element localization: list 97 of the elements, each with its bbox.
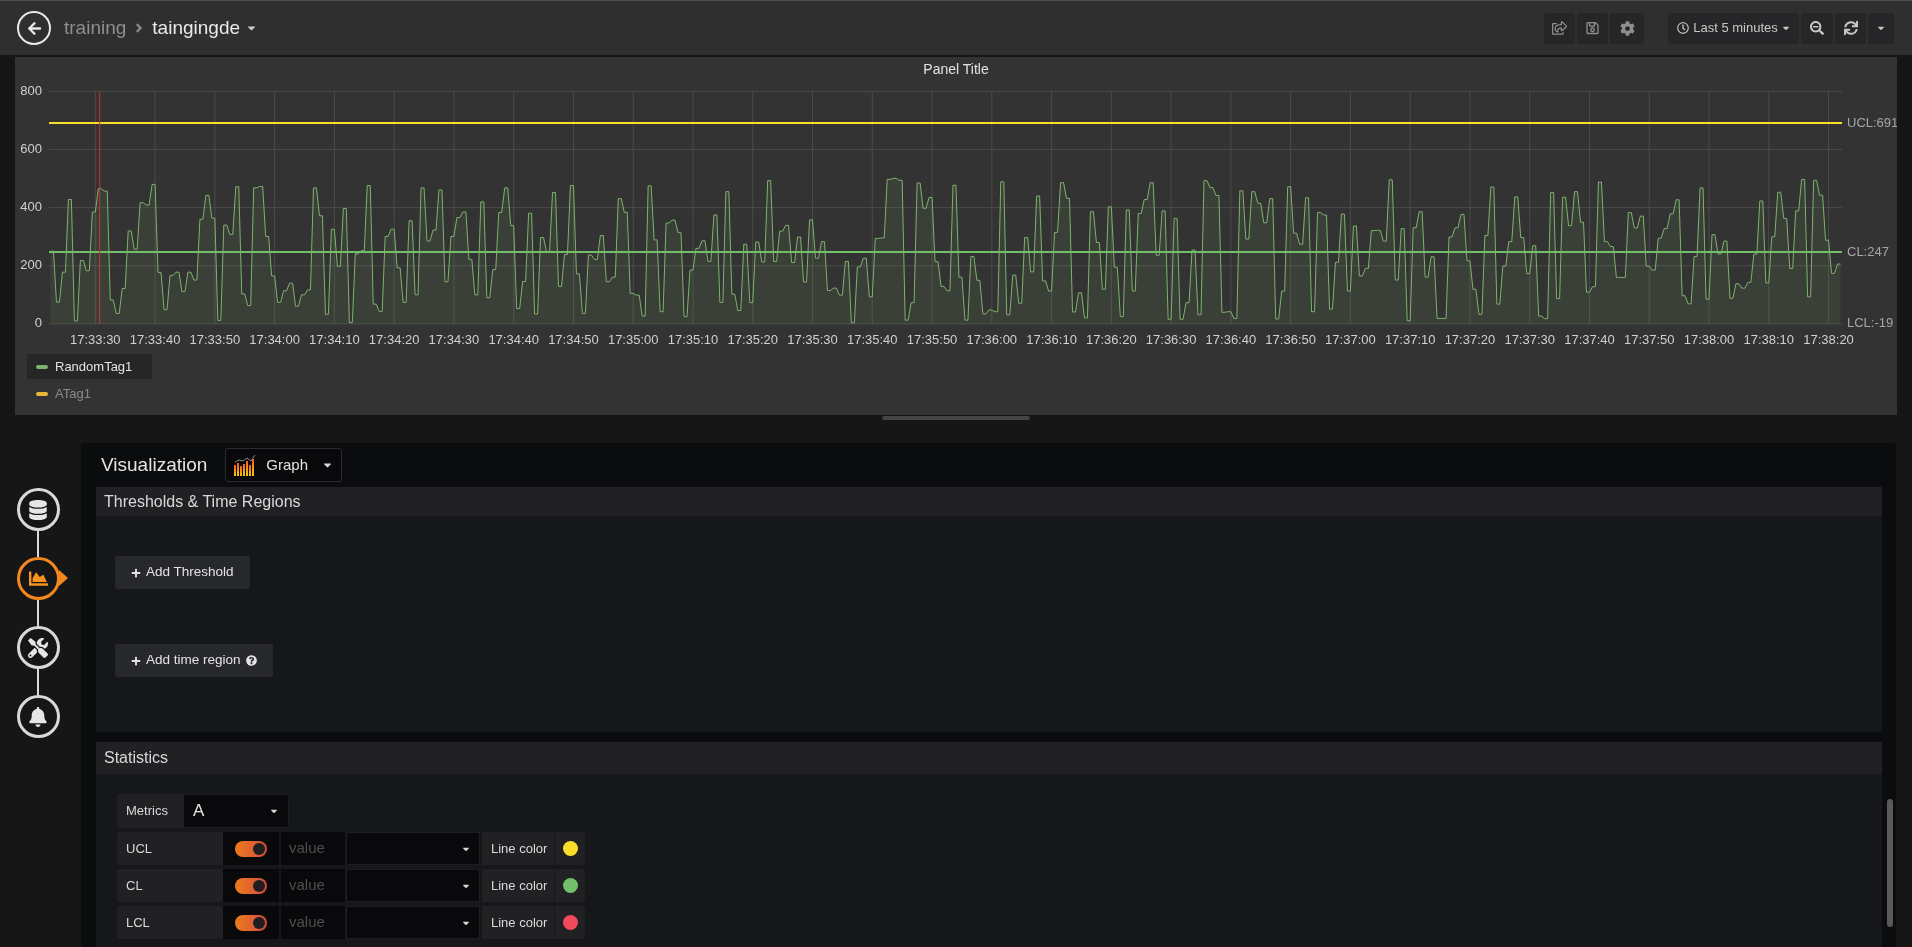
- x-axis-label: 17:34:00: [249, 332, 300, 348]
- section-title: Thresholds & Time Regions: [104, 491, 301, 512]
- toggle-switch[interactable]: [235, 877, 267, 894]
- folder-link[interactable]: training: [64, 13, 127, 43]
- x-axis-label: 17:35:50: [906, 332, 958, 348]
- help-icon: [245, 655, 257, 666]
- x-axis-label: 17:36:50: [1265, 332, 1316, 348]
- section-title: Statistics: [104, 748, 168, 768]
- x-axis-label: 17:34:10: [309, 332, 360, 348]
- limit-label: LCL: [117, 906, 223, 939]
- value-input[interactable]: value: [281, 832, 345, 865]
- editor-step-button[interactable]: [16, 626, 60, 669]
- time-range-picker[interactable]: Last 5 minutes: [1668, 12, 1799, 44]
- add-button[interactable]: Add Threshold: [115, 556, 250, 589]
- y-axis-label: 0: [34, 315, 42, 331]
- settings-icon: [1619, 20, 1635, 36]
- share-button[interactable]: [1544, 12, 1575, 44]
- x-axis-label: 17:38:00: [1683, 332, 1735, 348]
- value-input[interactable]: value: [281, 906, 345, 939]
- legend-label: ATag1: [55, 385, 91, 404]
- visualization-label: Visualization: [101, 452, 208, 477]
- x-axis-label: 17:35:40: [847, 332, 898, 348]
- x-axis-label: 17:35:00: [607, 332, 659, 348]
- x-axis-label: 17:38:10: [1743, 332, 1795, 348]
- x-axis-label: 17:36:10: [1026, 332, 1077, 348]
- x-axis-label: 17:34:50: [548, 332, 599, 348]
- x-axis-label: 17:37:30: [1504, 332, 1555, 348]
- x-axis-label: 17:37:10: [1384, 332, 1436, 348]
- toggle-switch[interactable]: [235, 914, 267, 931]
- chevron-right-icon: [135, 21, 144, 35]
- x-axis-label: 17:36:30: [1145, 332, 1197, 348]
- legend-item[interactable]: RandomTag1: [27, 354, 152, 379]
- x-axis-label: 17:34:40: [488, 332, 539, 348]
- x-axis-label: 17:37:00: [1325, 332, 1376, 348]
- y-axis-label: 800: [20, 82, 42, 98]
- pointer-triangle-icon: [58, 570, 68, 586]
- visualization-select[interactable]: Graph: [225, 448, 343, 482]
- legend-label: RandomTag1: [55, 357, 133, 376]
- scrollbar-thumb[interactable]: [1887, 799, 1893, 927]
- color-swatch-icon[interactable]: [562, 841, 578, 856]
- database-icon: [28, 499, 48, 520]
- x-axis-label: 17:34:30: [428, 332, 480, 348]
- add-button[interactable]: Add time region: [115, 644, 273, 677]
- x-axis-label: 17:37:40: [1564, 332, 1615, 348]
- threshold-label: UCL:691: [1847, 114, 1897, 130]
- refresh-icon: [1843, 21, 1858, 35]
- limit-label: CL: [117, 869, 223, 902]
- bell-icon: [28, 706, 48, 727]
- dashboard-title-button[interactable]: taingingde: [152, 13, 257, 43]
- metrics-select[interactable]: A: [183, 794, 289, 828]
- save-icon: [1586, 21, 1599, 35]
- toggle-switch[interactable]: [235, 840, 267, 857]
- x-axis-label: 17:33:50: [189, 332, 241, 348]
- x-axis-label: 17:36:00: [966, 332, 1018, 348]
- line-color-label: Line color: [482, 832, 554, 865]
- x-axis-label: 17:33:40: [129, 332, 181, 348]
- threshold-label: CL:247: [1847, 243, 1889, 259]
- arrow-left-icon: [26, 20, 42, 36]
- metrics-label: Metrics: [117, 794, 183, 828]
- threshold-label: LCL:-19: [1847, 315, 1894, 331]
- x-axis-label: 17:33:30: [70, 332, 121, 348]
- line-color-label: Line color: [482, 869, 554, 902]
- x-axis-label: 17:35:30: [787, 332, 838, 348]
- y-axis-label: 600: [20, 140, 42, 156]
- zoom-out-button[interactable]: [1801, 12, 1833, 44]
- panel-title: Panel Title: [923, 60, 989, 79]
- y-axis-label: 200: [20, 257, 42, 273]
- y-axis-label: 400: [20, 199, 42, 215]
- clock-icon: [1677, 22, 1690, 34]
- color-swatch-icon[interactable]: [562, 915, 578, 930]
- value-input[interactable]: value: [281, 869, 345, 902]
- refresh-button[interactable]: [1835, 12, 1866, 44]
- x-axis-label: 17:36:20: [1086, 332, 1137, 348]
- save-button[interactable]: [1577, 12, 1608, 44]
- editor-step-button[interactable]: [16, 557, 60, 600]
- share-icon: [1552, 21, 1567, 35]
- bar-chart-icon: [234, 454, 257, 476]
- x-axis-label: 17:35:20: [727, 332, 779, 348]
- editor-step-button[interactable]: [16, 695, 60, 738]
- x-axis-label: 17:37:50: [1623, 332, 1675, 348]
- x-axis-label: 17:35:10: [667, 332, 719, 348]
- x-axis-label: 17:36:40: [1205, 332, 1257, 348]
- legend-item[interactable]: ATag1: [27, 384, 152, 404]
- zoom-out-icon: [1810, 21, 1824, 35]
- gear-wrench-icon: [28, 637, 48, 658]
- back-button[interactable]: [17, 11, 51, 45]
- editor-step-button[interactable]: [16, 488, 60, 531]
- area-chart-icon: [27, 569, 49, 588]
- color-swatch-icon[interactable]: [562, 878, 578, 893]
- x-axis-label: 17:34:20: [368, 332, 420, 348]
- x-axis-label: 17:38:20: [1803, 332, 1854, 348]
- limit-label: UCL: [117, 832, 223, 865]
- x-axis-label: 17:37:20: [1444, 332, 1496, 348]
- plus-icon: [131, 655, 141, 666]
- plus-icon: [131, 567, 141, 578]
- line-color-label: Line color: [482, 906, 554, 939]
- settings-button[interactable]: [1610, 12, 1644, 44]
